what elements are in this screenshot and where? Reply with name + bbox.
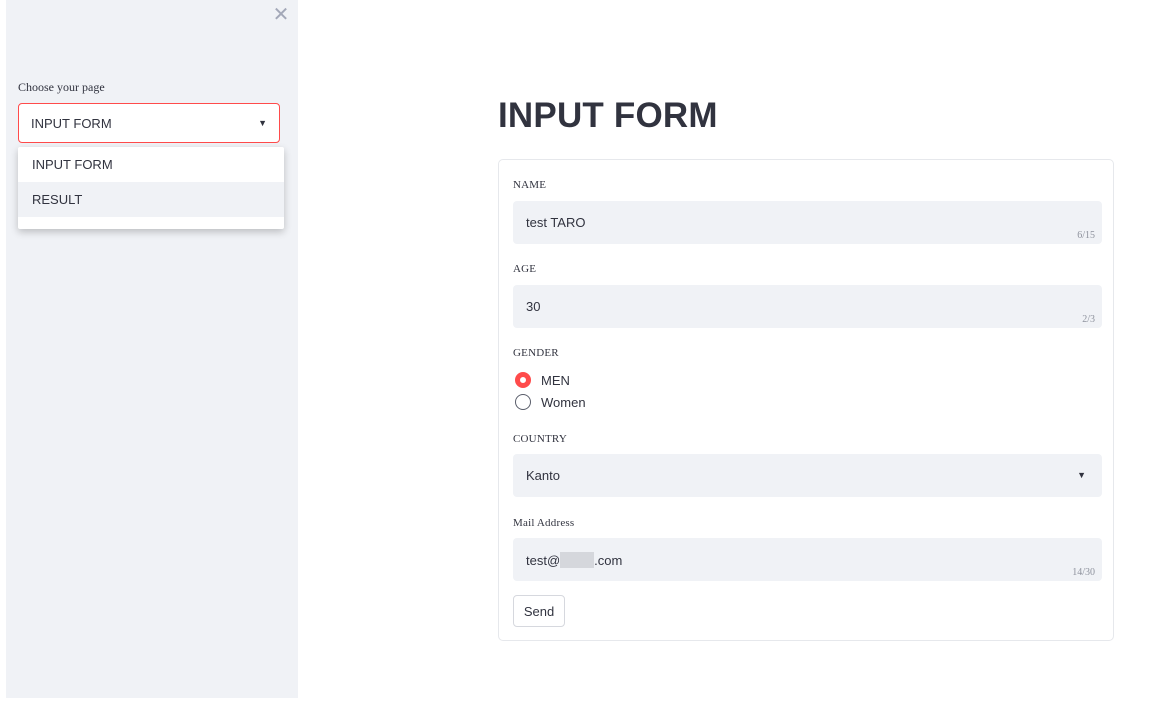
name-input[interactable]: test TARO 6/15 [513,201,1102,244]
age-input[interactable]: 30 2/3 [513,285,1102,328]
name-input-value: test TARO [526,215,586,230]
page-title: INPUT FORM [498,96,718,135]
gender-option-label: MEN [541,372,570,388]
mail-input-value: test@ .com [526,552,622,568]
name-label: NAME [513,179,547,191]
mail-value-prefix: test@ [526,553,561,568]
page-dropdown-menu: INPUT FORM RESULT [18,147,284,229]
mail-value-suffix: .com [594,553,623,568]
radio-checked-icon [515,372,531,388]
radio-unchecked-icon [515,394,531,410]
dropdown-option-result[interactable]: RESULT [18,182,284,217]
page-select[interactable]: INPUT FORM ▼ [18,103,280,143]
gender-option-label: Women [541,394,586,410]
redacted-block [560,552,595,568]
sidebar: ✕ Choose your page INPUT FORM ▼ INPUT FO… [6,0,298,698]
close-icon[interactable]: ✕ [268,4,294,24]
age-char-counter: 2/3 [1082,314,1095,325]
gender-radio-women[interactable]: Women [515,394,586,410]
country-select-value: Kanto [526,468,560,483]
chevron-down-icon: ▼ [1077,470,1086,480]
age-input-value: 30 [526,299,541,314]
page-select-label: Choose your page [18,80,105,94]
dropdown-option-input-form[interactable]: INPUT FORM [18,147,284,182]
mail-input[interactable]: test@ .com 14/30 [513,538,1102,581]
mail-char-counter: 14/30 [1072,567,1095,578]
gender-radio-men[interactable]: MEN [515,372,570,388]
input-form: NAME test TARO 6/15 AGE 30 2/3 GENDER ME… [498,159,1114,641]
chevron-down-icon: ▼ [258,118,267,128]
country-select[interactable]: Kanto ▼ [513,454,1102,497]
send-button[interactable]: Send [513,595,565,627]
name-char-counter: 6/15 [1077,230,1095,241]
country-label: COUNTRY [513,433,567,445]
age-label: AGE [513,263,537,275]
mail-label: Mail Address [513,517,575,529]
gender-label: GENDER [513,347,559,359]
page-select-value: INPUT FORM [31,115,112,131]
